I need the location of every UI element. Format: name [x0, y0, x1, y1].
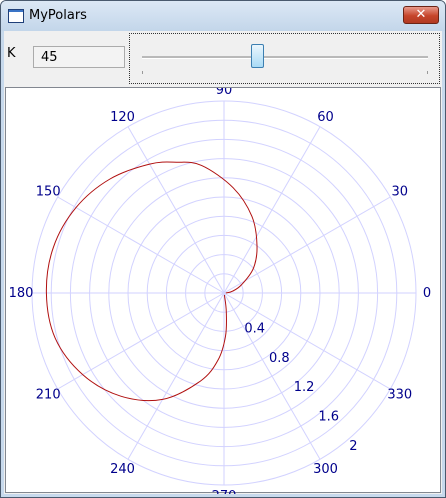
k-value-text: 45: [41, 50, 58, 65]
angle-tick-label: 150: [36, 185, 61, 200]
angular-grid-line: [127, 292, 225, 460]
angle-tick-label: 120: [110, 110, 135, 125]
angle-tick-label: 180: [9, 286, 34, 301]
angle-tick-label: 90: [216, 88, 233, 98]
angle-tick-label: 30: [392, 185, 409, 200]
slider-tick: [142, 71, 143, 74]
angular-grid-line: [223, 292, 321, 460]
angle-tick-label: 210: [36, 388, 61, 403]
angle-tick-label: 330: [387, 388, 412, 403]
angular-grid-line: [223, 292, 391, 390]
slider-thumb[interactable]: [250, 44, 264, 68]
slider-tick: [427, 71, 428, 74]
window-icon: [8, 9, 24, 23]
angular-grid-line: [223, 126, 321, 294]
radial-tick-label: 1.2: [294, 380, 315, 395]
angle-tick-label: 60: [317, 110, 334, 125]
close-button[interactable]: ✕: [403, 6, 439, 24]
polar-chart: 0 30 60 90 120 150 180 210 240 270 300 330 0.4 0.8 1.2…: [9, 88, 432, 494]
polar-curve-series: [45, 161, 258, 402]
k-slider[interactable]: [129, 33, 440, 84]
angular-grid-line: [127, 126, 225, 294]
app-window: MyPolars ✕ K 45 0 30 60 90 120 150 180 210 240 27…: [0, 0, 446, 498]
window-title: MyPolars: [29, 8, 87, 23]
polar-plot-area: 0 30 60 90 120 150 180 210 240 270 300 330 0.4 0.8 1.2…: [5, 87, 441, 494]
k-value-field: 45: [33, 46, 125, 68]
angle-tick-label: 270: [212, 489, 237, 494]
slider-track[interactable]: [142, 56, 428, 59]
angle-tick-label: 300: [313, 462, 338, 477]
title-bar[interactable]: MyPolars ✕: [1, 1, 445, 31]
angular-grid-line: [57, 196, 225, 294]
radial-tick-label: 0.8: [269, 351, 290, 366]
radial-tick-label: 2: [349, 439, 357, 454]
angle-tick-label: 240: [110, 462, 135, 477]
radial-tick-label: 1.6: [318, 410, 339, 425]
close-icon: ✕: [415, 7, 427, 22]
angular-grid-line: [223, 196, 391, 294]
client-area: K 45 03060901201501802102402703003300.40…: [4, 31, 442, 494]
angle-tick-label: 0: [423, 286, 431, 301]
k-label: K: [7, 46, 16, 61]
radial-tick-label: 0.4: [244, 321, 265, 336]
